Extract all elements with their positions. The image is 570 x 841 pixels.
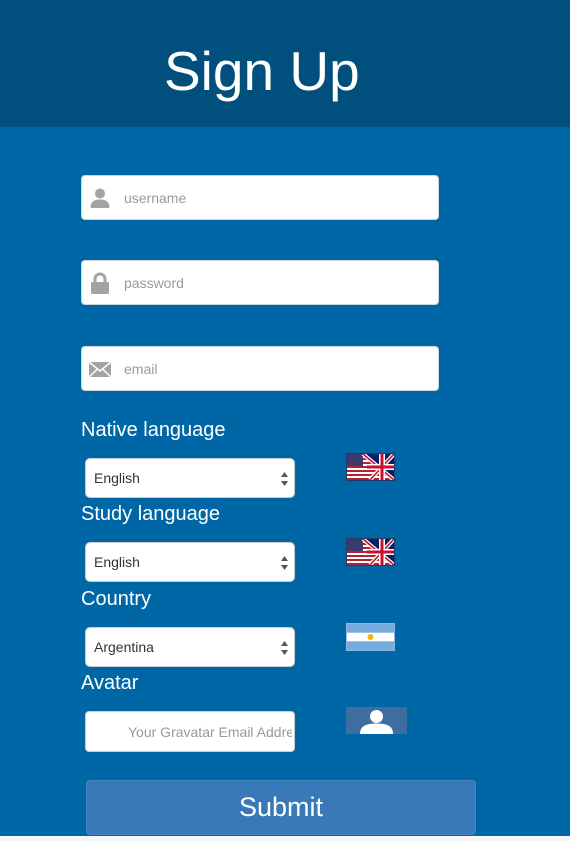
user-icon <box>88 186 112 210</box>
study-language-select[interactable]: English <box>85 542 295 582</box>
native-language-select[interactable]: English <box>85 458 295 498</box>
page-header: Sign Up <box>0 0 570 127</box>
argentina-flag-icon <box>346 623 395 651</box>
avatar-placeholder-icon <box>346 707 407 734</box>
us-uk-flag-icon <box>346 453 395 481</box>
gravatar-email-field[interactable] <box>85 711 295 752</box>
gravatar-email-input[interactable] <box>128 712 292 751</box>
select-arrows-icon <box>280 555 289 571</box>
lock-icon <box>88 271 112 295</box>
us-uk-flag-icon <box>346 538 395 566</box>
envelope-icon <box>88 357 112 381</box>
study-language-label: Study language <box>81 503 221 525</box>
select-arrows-icon <box>280 640 289 656</box>
study-language-selected: English <box>94 554 140 570</box>
native-language-label: Native language <box>81 419 226 441</box>
country-select[interactable]: Argentina <box>85 627 295 667</box>
page-bottom-edge <box>0 836 570 841</box>
country-label: Country <box>81 588 152 610</box>
username-field[interactable] <box>81 175 439 220</box>
email-input[interactable] <box>124 347 430 390</box>
country-selected: Argentina <box>94 639 154 655</box>
password-input[interactable] <box>124 261 430 304</box>
username-input[interactable] <box>124 176 430 219</box>
select-arrows-icon <box>280 471 289 487</box>
avatar-label: Avatar <box>81 672 139 694</box>
native-language-selected: English <box>94 470 140 486</box>
submit-button[interactable]: Submit <box>86 780 476 835</box>
password-field[interactable] <box>81 260 439 305</box>
email-field[interactable] <box>81 346 439 391</box>
page-title: Sign Up <box>164 40 360 102</box>
